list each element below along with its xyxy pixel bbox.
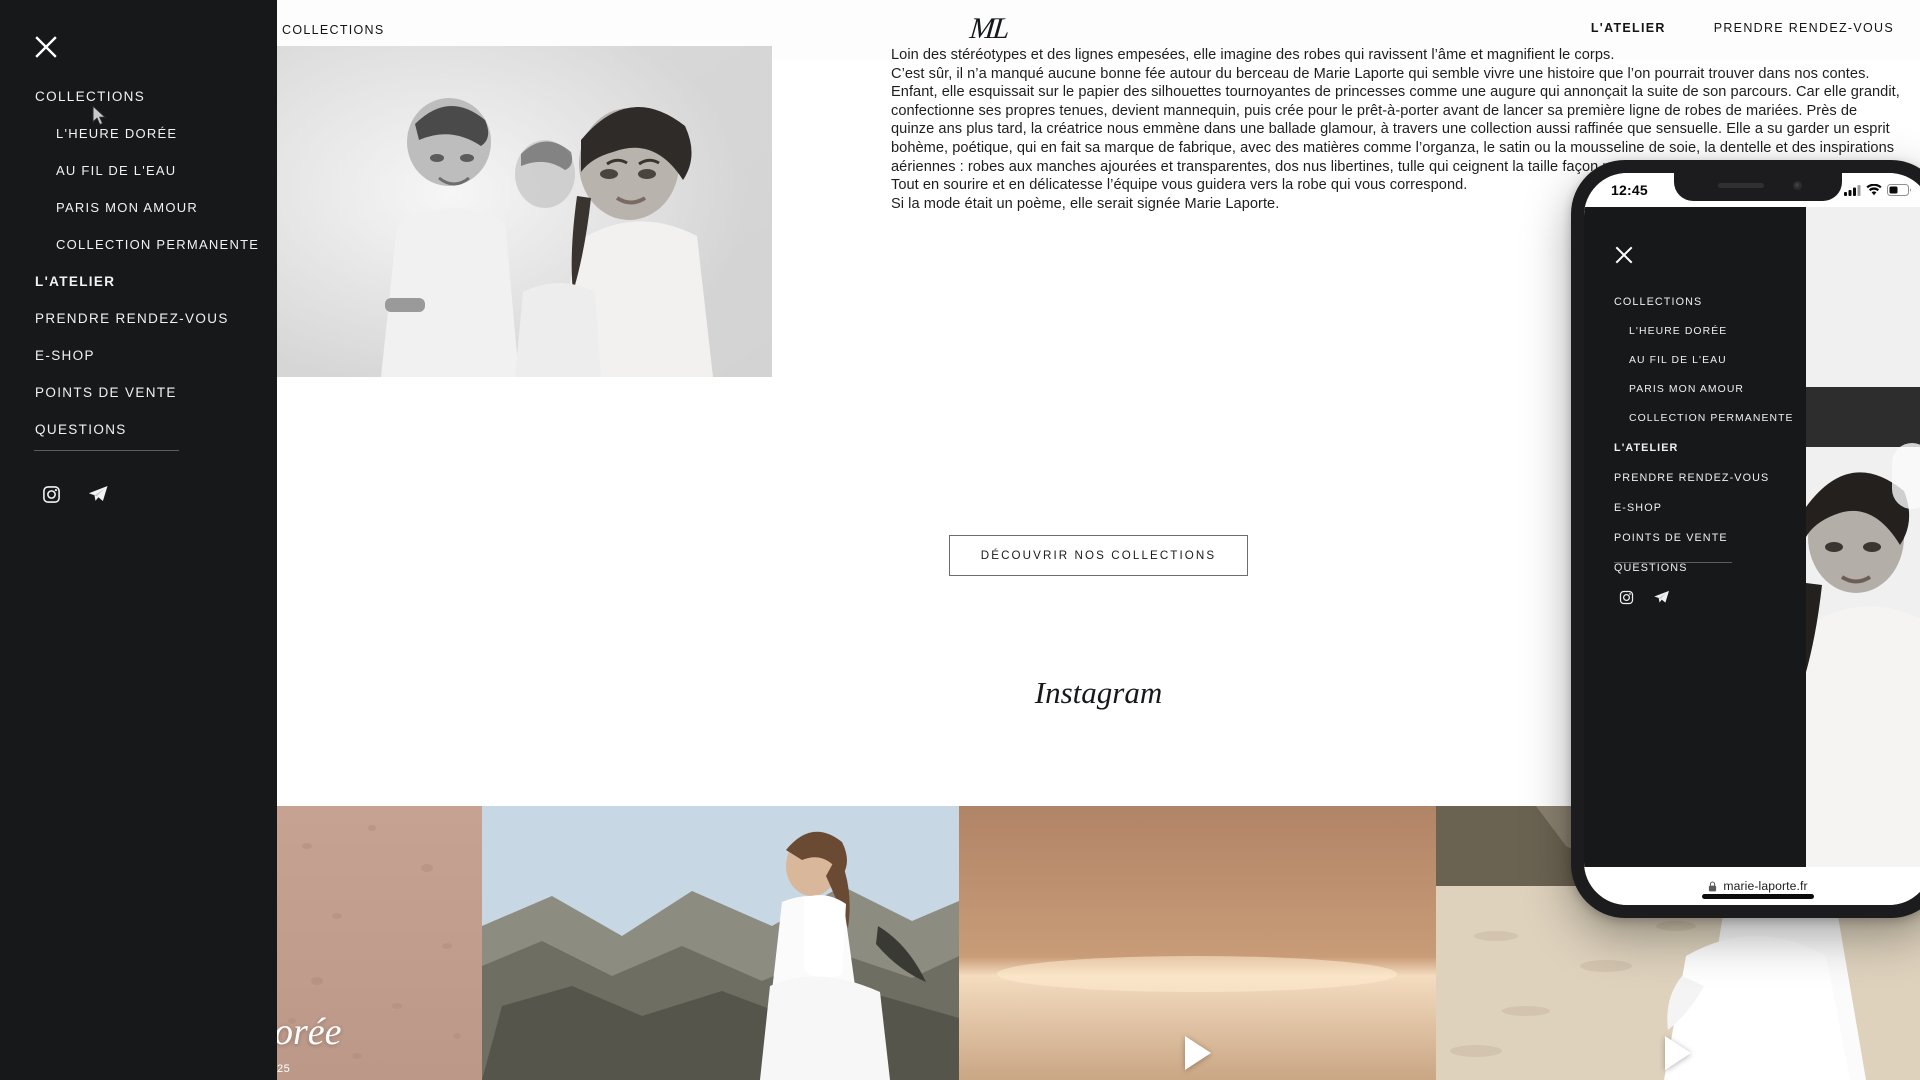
tile-1-caption: dorée [277, 1011, 342, 1053]
telegram-icon[interactable] [87, 485, 109, 504]
sidebar-item-questions[interactable]: QUESTIONS [0, 411, 277, 448]
phone-home-indicator [1702, 894, 1814, 899]
phone-social-links [1619, 590, 1670, 605]
instagram-icon[interactable] [42, 485, 61, 504]
tile-1-number: 25 [277, 1063, 291, 1075]
status-time: 12:45 [1611, 182, 1648, 198]
atelier-photo-graphic [277, 46, 772, 377]
header-right-nav: L'ATELIER PRENDRE RENDEZ-VOUS [1591, 21, 1894, 35]
atelier-photo [277, 46, 772, 377]
phone-menu-item-questions[interactable]: QUESTIONS [1584, 553, 1806, 583]
phone-speaker [1718, 183, 1764, 188]
sidebar-divider [34, 450, 179, 451]
phone-menu-item-latelier[interactable]: L'ATELIER [1584, 433, 1806, 463]
sidebar-item-lheure-doree[interactable]: L'HEURE DORÉE [0, 115, 277, 152]
tile-3-play-icon[interactable] [1184, 1036, 1211, 1070]
phone-menu-item-lheure-doree[interactable]: L'HEURE DORÉE [1584, 317, 1806, 346]
header-left-nav: COLLECTIONS [282, 21, 385, 39]
tile-4-play-icon[interactable] [1665, 1036, 1691, 1070]
phone-menu-divider [1614, 562, 1732, 563]
phone-photo-graphic [1806, 207, 1920, 867]
website-page: COLLECTIONS ML L'ATELIER PRENDRE RENDEZ-… [277, 0, 1920, 1080]
phone-menu-overlay: COLLECTIONS L'HEURE DORÉE AU FIL DE L'EA… [1584, 207, 1806, 867]
phone-url-bar[interactable]: marie-laporte.fr [1584, 867, 1920, 905]
phone-menu-item-e-shop[interactable]: E-SHOP [1584, 493, 1806, 523]
sidebar-item-paris-mon-amour[interactable]: PARIS MON AMOUR [0, 189, 277, 226]
sidebar-item-prendre-rendez-vous[interactable]: PRENDRE RENDEZ-VOUS [0, 300, 277, 337]
phone-menu-item-points-de-vente[interactable]: POINTS DE VENTE [1584, 523, 1806, 553]
phone-url-text: marie-laporte.fr [1723, 879, 1808, 893]
close-x-icon [35, 36, 57, 58]
phone-viewport: COLLECTIONS L'HEURE DORÉE AU FIL DE L'EA… [1584, 207, 1920, 867]
phone-menu-item-paris-mon-amour[interactable]: PARIS MON AMOUR [1584, 375, 1806, 404]
close-x-icon [1615, 246, 1633, 264]
site-menu-sidebar: COLLECTIONS L'HEURE DORÉE AU FIL DE L'EA… [0, 0, 277, 1080]
sidebar-item-points-de-vente[interactable]: POINTS DE VENTE [0, 374, 277, 411]
gallery-tile-1[interactable]: dorée 25 [277, 806, 482, 1080]
phone-notch [1674, 173, 1842, 201]
header-link-collections[interactable]: COLLECTIONS [282, 23, 385, 37]
sidebar-nav: COLLECTIONS L'HEURE DORÉE AU FIL DE L'EA… [0, 78, 277, 448]
phone-status-bar: 12:45 [1584, 173, 1920, 207]
phone-mockup: 12:45 COLLECTIONS L'HEURE DORÉE AU FIL D… [1571, 160, 1920, 918]
screenshot-root: COLLECTIONS ML L'ATELIER PRENDRE RENDEZ-… [0, 0, 1920, 1080]
gallery-tile-2[interactable] [482, 806, 959, 1080]
phone-menu-item-prendre-rendez-vous[interactable]: PRENDRE RENDEZ-VOUS [1584, 463, 1806, 493]
phone-camera [1793, 181, 1802, 190]
battery-icon [1887, 184, 1911, 196]
paragraph-1: Loin des stéréotypes et des lignes empes… [891, 47, 1615, 63]
sidebar-item-e-shop[interactable]: E-SHOP [0, 337, 277, 374]
phone-menu-nav: COLLECTIONS L'HEURE DORÉE AU FIL DE L'EA… [1584, 287, 1806, 583]
sidebar-close-button[interactable] [33, 34, 59, 60]
phone-menu-item-collections[interactable]: COLLECTIONS [1584, 287, 1806, 317]
phone-close-icon[interactable] [1614, 245, 1634, 265]
phone-menu-item-collection-permanente[interactable]: COLLECTION PERMANENTE [1584, 404, 1806, 433]
wifi-icon [1866, 184, 1882, 196]
cellular-signal-icon [1844, 184, 1861, 196]
header-link-prendre-rendez-vous[interactable]: PRENDRE RENDEZ-VOUS [1714, 21, 1894, 35]
header-link-latelier[interactable]: L'ATELIER [1591, 21, 1666, 35]
lock-icon [1709, 880, 1717, 891]
logo-text: ML [968, 12, 1010, 45]
discover-collections-button[interactable]: DÉCOUVRIR NOS COLLECTIONS [948, 535, 1249, 576]
sidebar-social-links [42, 485, 109, 504]
phone-screen: 12:45 COLLECTIONS L'HEURE DORÉE AU FIL D… [1584, 173, 1920, 905]
sidebar-item-au-fil-de-leau[interactable]: AU FIL DE L'EAU [0, 152, 277, 189]
sidebar-item-collection-permanente[interactable]: COLLECTION PERMANENTE [0, 226, 277, 263]
instagram-icon[interactable] [1619, 590, 1634, 605]
gallery-tile-3[interactable] [959, 806, 1436, 1080]
status-icons [1844, 184, 1912, 196]
sidebar-item-latelier[interactable]: L'ATELIER [0, 263, 277, 300]
phone-background-photo [1806, 207, 1920, 867]
tile-2-graphic [482, 806, 959, 1080]
sidebar-item-collections[interactable]: COLLECTIONS [0, 78, 277, 115]
telegram-icon[interactable] [1653, 590, 1670, 605]
phone-menu-item-au-fil-de-leau[interactable]: AU FIL DE L'EAU [1584, 346, 1806, 375]
